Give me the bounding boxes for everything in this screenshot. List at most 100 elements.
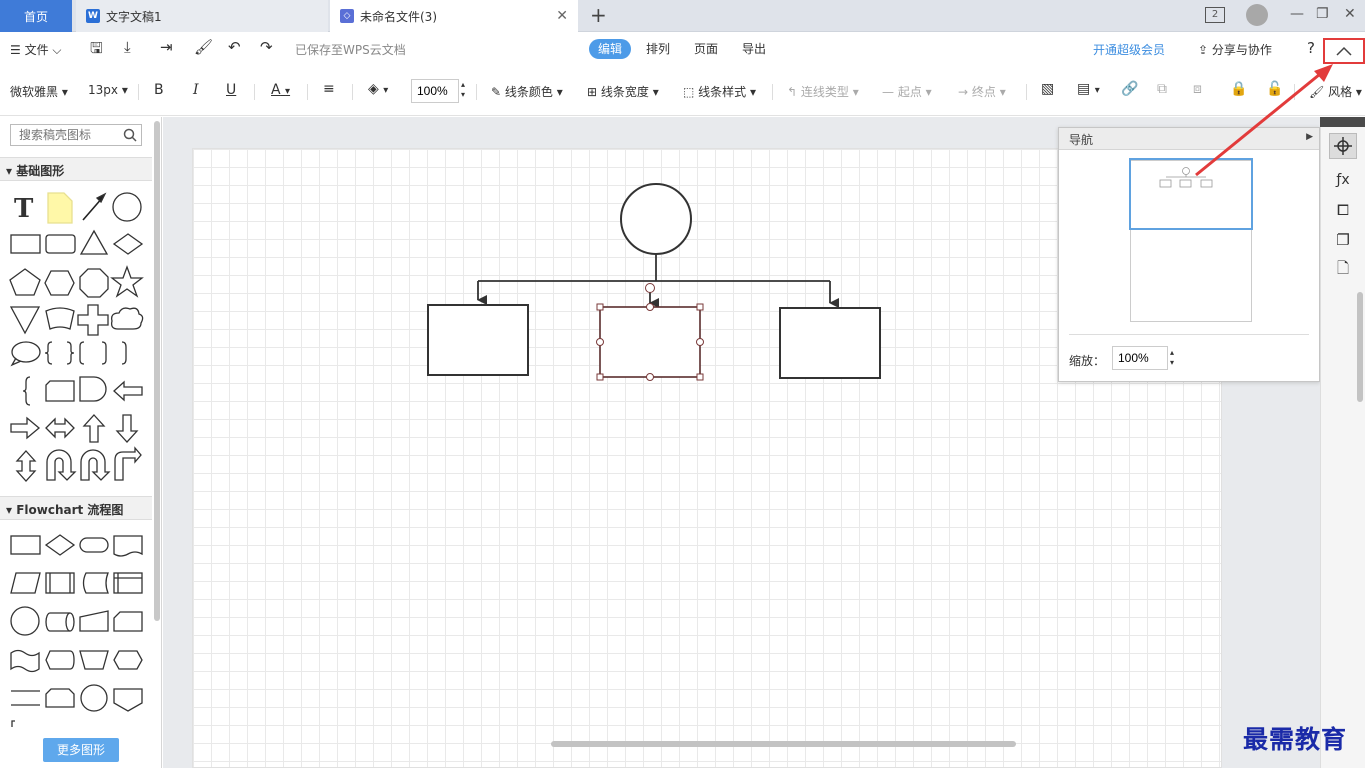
user-avatar[interactable] — [1246, 4, 1268, 26]
download-icon[interactable]: ⤓ — [124, 38, 131, 56]
start-point-button[interactable]: — 起点 ▾ — [882, 83, 932, 100]
shape-display[interactable] — [45, 650, 75, 670]
tab-diagram-file[interactable]: ◇ 未命名文件(3) ✕ — [330, 0, 578, 32]
page-layout-button[interactable]: ▤ ▾ — [1077, 81, 1100, 97]
middle-child-rect-selected[interactable] — [599, 306, 701, 378]
shape-direct-data[interactable] — [45, 612, 75, 632]
shape-partial[interactable] — [11, 720, 15, 727]
shape-connector[interactable] — [10, 606, 40, 636]
shape-terminator[interactable] — [79, 537, 109, 553]
shape-text[interactable]: T — [14, 194, 34, 224]
left-child-rect[interactable] — [427, 304, 529, 376]
shape-left-arrow[interactable] — [113, 380, 143, 402]
shape-manual-operation[interactable] — [79, 650, 109, 670]
shape-delay[interactable] — [79, 376, 107, 402]
shape-cloud[interactable] — [110, 307, 144, 330]
shape-down-arrow[interactable] — [115, 414, 139, 443]
shape-annotation-lines[interactable] — [11, 690, 40, 706]
shape-punched-tape[interactable] — [10, 649, 40, 673]
shape-bracket-pair[interactable] — [79, 341, 107, 365]
shape-card[interactable] — [45, 307, 75, 330]
shape-off-page[interactable] — [113, 688, 143, 712]
window-close-icon[interactable]: ✕ — [1344, 6, 1356, 22]
shape-decision[interactable] — [44, 534, 76, 556]
shape-rounded-rect[interactable] — [45, 234, 76, 254]
connector-lines[interactable] — [477, 254, 839, 308]
shape-cross[interactable] — [77, 304, 109, 336]
shape-hexagon[interactable] — [44, 270, 75, 296]
zoom-stepper[interactable]: ▴ ▾ — [461, 80, 465, 100]
horizontal-scrollbar[interactable] — [551, 741, 1016, 747]
mode-edit[interactable]: 编辑 — [589, 39, 632, 59]
category-basic-shapes[interactable]: ▾ 基础图形 — [0, 157, 152, 181]
line-color-button[interactable]: ✎ 线条颜色 ▾ — [491, 83, 563, 100]
group-icon[interactable]: ⧉ — [1157, 81, 1167, 97]
shape-stored-data[interactable] — [82, 572, 109, 594]
shape-right-bracket[interactable] — [121, 341, 127, 365]
shape-diamond[interactable] — [112, 233, 144, 255]
page-icon[interactable]: 🗋 — [1329, 257, 1357, 283]
tab-home[interactable]: 首页 — [0, 0, 72, 32]
window-count-badge[interactable]: 2 — [1205, 7, 1225, 23]
restore-icon[interactable]: ❐ — [1316, 6, 1329, 22]
mode-arrange[interactable]: 排列 — [637, 39, 679, 59]
font-size-select[interactable]: 13px ▾ — [88, 83, 128, 97]
save-icon[interactable]: 🖫 — [90, 38, 103, 63]
pages-icon[interactable]: ❐ — [1329, 227, 1357, 253]
shape-preparation[interactable] — [113, 650, 143, 670]
shape-document[interactable] — [113, 535, 143, 557]
shape-u-turn-arrow-2[interactable] — [80, 449, 111, 481]
shape-triangle[interactable] — [79, 229, 109, 255]
redo-icon[interactable]: ↷ — [260, 38, 273, 56]
shape-double-arrow[interactable] — [45, 417, 75, 439]
undo-icon[interactable]: ↶ — [228, 38, 241, 56]
file-menu[interactable]: ☰ 文件 ⌵ — [10, 41, 62, 58]
image-icon[interactable]: ▧ — [1041, 81, 1054, 97]
link-icon[interactable]: 🔗 — [1121, 81, 1138, 97]
shape-data[interactable] — [10, 572, 41, 594]
fill-color-button[interactable]: ◈ ▾ — [368, 81, 388, 97]
shape-up-arrow[interactable] — [82, 414, 106, 443]
shape-process[interactable] — [10, 535, 41, 555]
shape-u-turn-arrow[interactable] — [46, 449, 77, 481]
shape-manual-input[interactable] — [79, 610, 109, 632]
category-flowchart[interactable]: ▾ Flowchart 流程图 — [0, 496, 152, 520]
connector-type-button[interactable]: ↰ 连线类型 ▾ — [787, 83, 859, 100]
shape-up-down-arrow[interactable] — [15, 450, 37, 482]
shape-loop-limit[interactable] — [45, 688, 75, 708]
mode-export[interactable]: 导出 — [733, 39, 775, 59]
shape-internal-storage[interactable] — [113, 572, 143, 594]
nav-zoom-stepper[interactable]: ▴ ▾ — [1170, 348, 1174, 368]
share-button[interactable]: ⇪ 分享与协作 — [1198, 41, 1272, 58]
shape-pentagon[interactable] — [9, 268, 41, 296]
vertical-scrollbar[interactable] — [1357, 292, 1363, 402]
end-point-button[interactable]: → 终点 ▾ — [958, 83, 1006, 100]
export-icon[interactable]: ⇥ — [160, 38, 173, 56]
line-width-button[interactable]: ⊞ 线条宽度 ▾ — [587, 83, 659, 100]
right-child-rect[interactable] — [779, 307, 881, 379]
shape-corner-arrow[interactable] — [114, 446, 142, 481]
nav-zoom-input[interactable] — [1112, 346, 1168, 370]
format-painter-icon[interactable]: 🖌 — [194, 38, 213, 56]
shape-note[interactable] — [47, 192, 73, 224]
new-tab-button[interactable]: + — [590, 3, 607, 27]
shape-left-brace[interactable] — [22, 376, 31, 406]
help-icon[interactable]: ? — [1307, 39, 1315, 57]
sidebar-scrollbar[interactable] — [154, 121, 160, 621]
mode-page[interactable]: 页面 — [685, 39, 727, 59]
shape-rectangle[interactable] — [10, 234, 41, 254]
clip-icon[interactable]: ⧠ — [1329, 197, 1357, 223]
line-style-button[interactable]: ⬚ 线条样式 ▾ — [683, 83, 756, 100]
shape-predefined-process[interactable] — [45, 572, 75, 594]
underline-button[interactable]: U — [226, 82, 236, 98]
shape-tape[interactable] — [45, 380, 75, 402]
shape-octagon[interactable] — [79, 268, 109, 298]
minimize-icon[interactable]: — — [1290, 6, 1304, 22]
shape-arrow-line[interactable] — [82, 192, 107, 221]
search-icon[interactable] — [123, 128, 137, 142]
italic-button[interactable]: I — [193, 82, 199, 98]
shape-callout[interactable] — [10, 341, 41, 367]
shape-card-flow[interactable] — [113, 611, 143, 632]
shape-star[interactable] — [110, 265, 144, 298]
shape-brace-pair[interactable] — [44, 341, 75, 365]
